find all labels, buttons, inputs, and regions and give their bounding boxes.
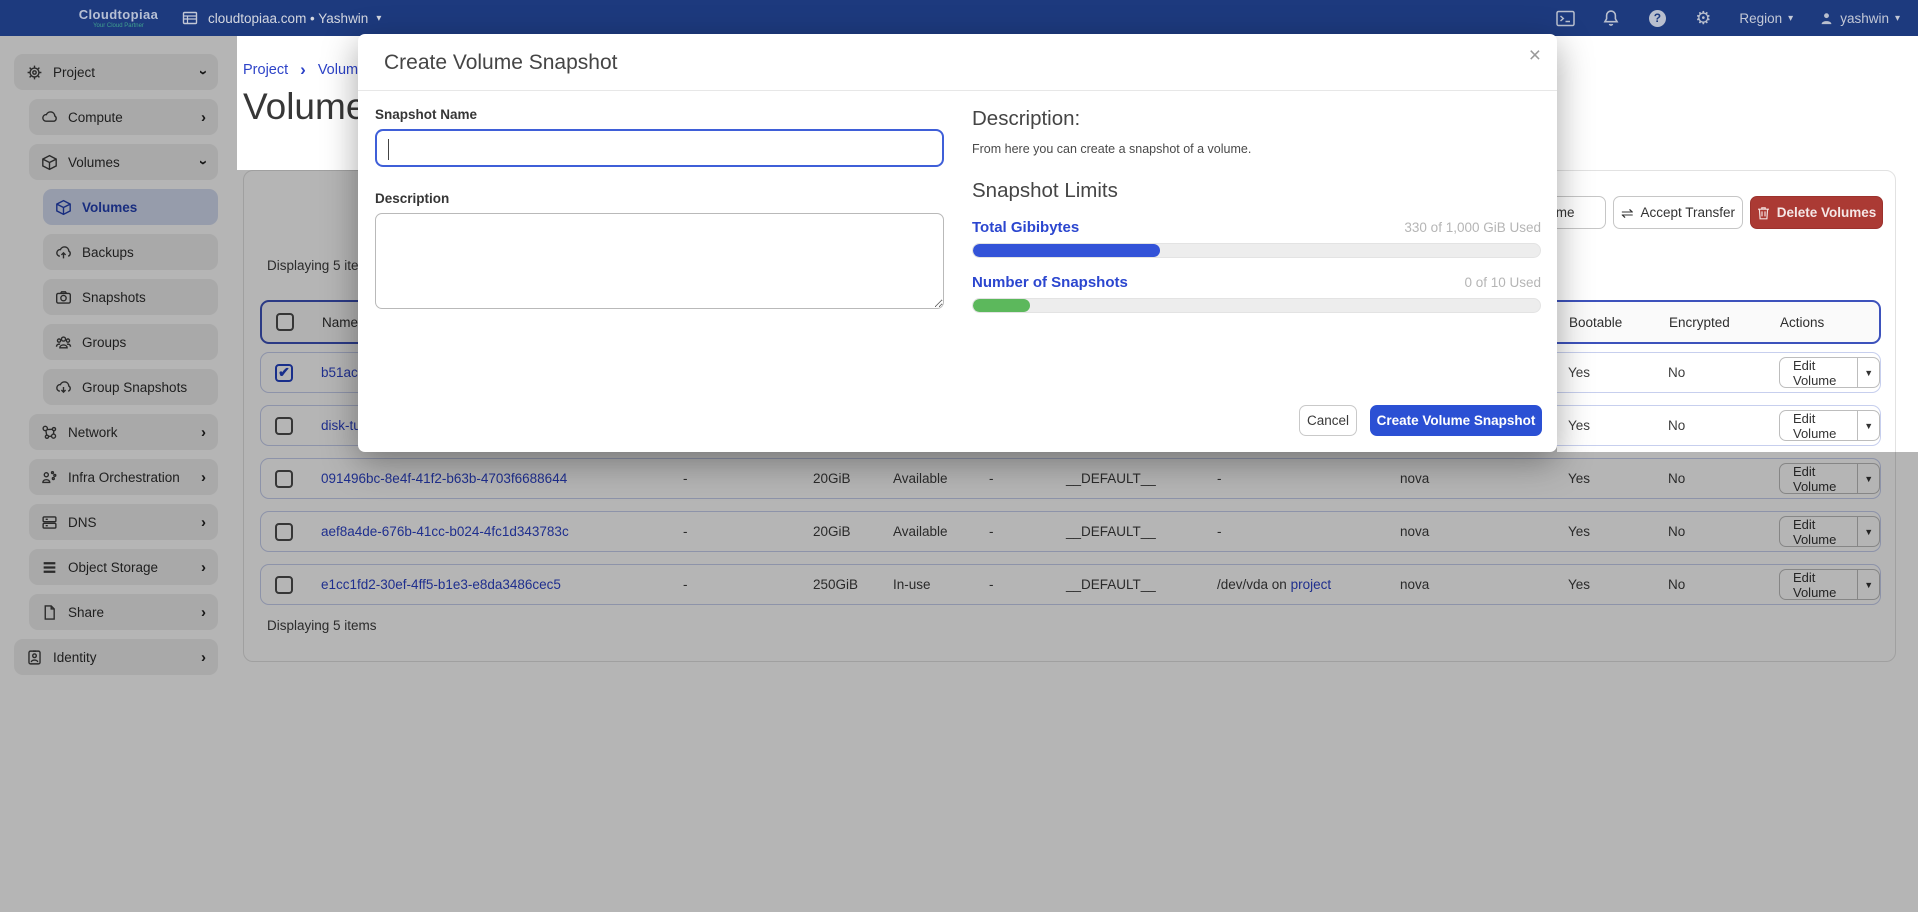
total-gibibytes-label: Total Gibibytes	[972, 219, 1079, 236]
transfer-arrows-icon: ⇌	[1621, 204, 1634, 222]
column-header-bootable[interactable]: Bootable	[1569, 315, 1669, 330]
edit-volume-split-button: Edit Volume▼	[1779, 410, 1880, 441]
gibibytes-progress-bar	[972, 243, 1541, 258]
description-label: Description	[375, 191, 944, 206]
snapshot-name-label: Snapshot Name	[375, 107, 944, 122]
modal-header: Create Volume Snapshot ×	[358, 34, 1557, 91]
console-icon[interactable]	[1555, 8, 1575, 28]
domain-project-switcher[interactable]: cloudtopiaa.com • Yashwin ▾	[180, 8, 381, 28]
chevron-down-icon: ▾	[376, 13, 381, 24]
modal-backdrop	[0, 36, 237, 912]
trash-icon	[1757, 206, 1770, 220]
description-heading: Description:	[972, 107, 1541, 131]
accept-transfer-button[interactable]: ⇌ Accept Transfer	[1613, 196, 1743, 229]
cancel-button[interactable]: Cancel	[1299, 405, 1357, 436]
user-menu[interactable]: yashwin ▾	[1819, 11, 1900, 26]
edit-volume-split-button: Edit Volume▼	[1779, 357, 1880, 388]
notifications-bell-icon[interactable]	[1601, 8, 1621, 28]
top-navbar: Cloudtopiaa Your Cloud Partner cloudtopi…	[0, 0, 1918, 36]
snapshot-limits-heading: Snapshot Limits	[972, 179, 1541, 203]
snapshots-progress-bar	[972, 298, 1541, 313]
username-label: yashwin	[1840, 11, 1889, 26]
breadcrumb-project[interactable]: Project	[243, 62, 288, 78]
number-of-snapshots-usage: 0 of 10 Used	[1464, 275, 1541, 290]
modal-footer: Cancel Create Volume Snapshot	[1299, 405, 1557, 452]
breadcrumb: Project › Volumes	[243, 60, 373, 80]
chevron-right-icon: ›	[300, 60, 306, 80]
modal-backdrop	[1557, 452, 1918, 912]
create-volume-snapshot-button[interactable]: Create Volume Snapshot	[1370, 405, 1542, 436]
region-label: Region	[1739, 11, 1782, 26]
close-icon[interactable]: ×	[1529, 44, 1541, 68]
gibibytes-progress-fill	[973, 244, 1160, 257]
number-of-snapshots-label: Number of Snapshots	[972, 274, 1128, 291]
chevron-down-icon: ▾	[1895, 13, 1900, 24]
snapshot-name-input[interactable]	[375, 129, 944, 167]
modal-title: Create Volume Snapshot	[384, 51, 1531, 75]
description-help-text: From here you can create a snapshot of a…	[972, 142, 1541, 156]
row-actions-caret[interactable]: ▼	[1857, 411, 1879, 440]
project-table-icon	[180, 8, 200, 28]
region-dropdown[interactable]: Region ▾	[1739, 11, 1793, 26]
modal-form-column: Snapshot Name Description	[375, 107, 944, 314]
settings-gear-icon[interactable]: ⚙	[1693, 8, 1713, 28]
modal-info-column: Description: From here you can create a …	[972, 107, 1541, 314]
total-gibibytes-usage: 330 of 1,000 GiB Used	[1404, 220, 1541, 235]
snapshots-progress-fill	[973, 299, 1030, 312]
column-header-actions: Actions	[1780, 315, 1879, 330]
delete-volumes-button[interactable]: Delete Volumes	[1750, 196, 1883, 229]
user-icon	[1819, 11, 1834, 26]
context-label: cloudtopiaa.com • Yashwin	[208, 11, 368, 26]
row-actions-caret[interactable]: ▼	[1857, 358, 1879, 387]
chevron-down-icon: ▾	[1788, 13, 1793, 24]
column-header-encrypted[interactable]: Encrypted	[1669, 315, 1780, 330]
create-volume-snapshot-modal: Create Volume Snapshot × Snapshot Name D…	[358, 34, 1557, 452]
help-icon[interactable]: ?	[1647, 8, 1667, 28]
edit-volume-button[interactable]: Edit Volume	[1780, 358, 1857, 387]
text-cursor	[388, 139, 389, 160]
edit-volume-button[interactable]: Edit Volume	[1780, 411, 1857, 440]
description-textarea[interactable]	[375, 213, 944, 309]
